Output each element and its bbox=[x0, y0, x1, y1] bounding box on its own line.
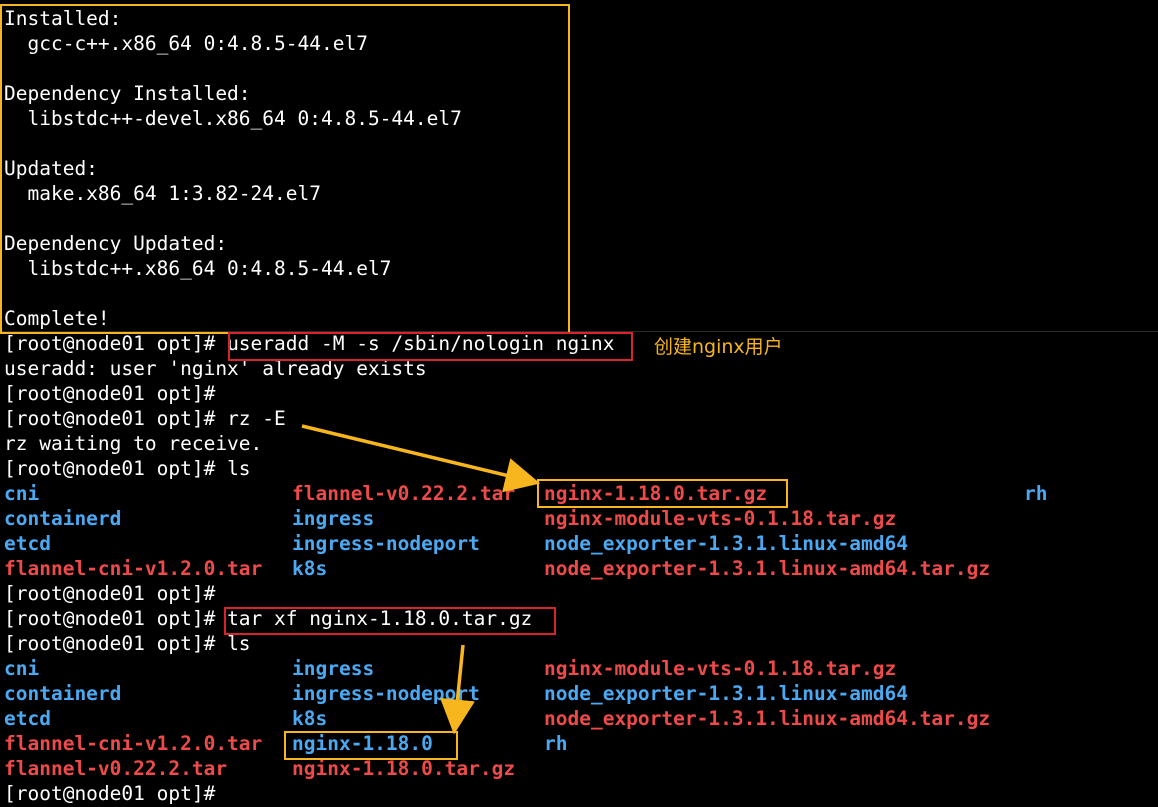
terminal-line-listing: cni flannel-v0.22.2.tar nginx-1.18.0.tar.g… bbox=[0, 481, 1158, 506]
terminal-line-prompt: [root@node01 opt]# rz -E bbox=[4, 406, 286, 431]
terminal-line-listing: etcd ingress-nodeport node_exporter-1.3.1.… bbox=[0, 531, 1158, 556]
ls-entry: rh bbox=[1024, 482, 1048, 505]
terminal-line-prompt: [root@node01 opt]# bbox=[4, 381, 227, 406]
terminal-line-output: Dependency Updated: bbox=[4, 231, 227, 256]
output-text: useradd: user 'nginx' already exists bbox=[4, 357, 427, 380]
create-user-annotation: 创建nginx用户 bbox=[654, 336, 783, 358]
terminal-line-output: libstdc++-devel.x86_64 0:4.8.5-44.el7 bbox=[4, 106, 462, 131]
ls-entry: cni bbox=[4, 482, 40, 505]
terminal-line-listing: etcd k8s node_exporter-1.3.1.linux-amd64.t… bbox=[0, 706, 1158, 731]
shell-prompt: [root@node01 opt]# bbox=[4, 607, 228, 630]
terminal-line-output: Dependency Installed: bbox=[4, 81, 251, 106]
ls-entry: etcd bbox=[4, 532, 51, 555]
terminal-line-prompt: [root@node01 opt]# bbox=[4, 781, 227, 806]
ls-entry: ingress-nodeport bbox=[292, 682, 480, 705]
ls-entry: k8s bbox=[292, 707, 328, 730]
shell-prompt: [root@node01 opt]# bbox=[4, 332, 228, 355]
ls-entry: rh bbox=[544, 732, 568, 755]
ls-entry: ingress-nodeport bbox=[292, 532, 480, 555]
terminal-line-listing: containerd ingress-nodeport node_exporter-… bbox=[0, 681, 1158, 706]
ls-entry: flannel-cni-v1.2.0.tar bbox=[4, 557, 263, 580]
shell-prompt: [root@node01 opt]# bbox=[4, 782, 228, 805]
output-text: libstdc++.x86_64 0:4.8.5-44.el7 bbox=[4, 257, 392, 280]
shell-prompt: [root@node01 opt]# bbox=[4, 382, 228, 405]
typed-command: tar xf nginx-1.18.0.tar.gz bbox=[227, 607, 533, 630]
ls-entry: nginx-module-vts-0.1.18.tar.gz bbox=[544, 507, 897, 530]
ls-entry: flannel-v0.22.2.tar bbox=[292, 482, 516, 505]
ls-entry: cni bbox=[4, 657, 40, 680]
terminal-line-prompt: [root@node01 opt]# ls bbox=[4, 456, 251, 481]
ls-entry: node_exporter-1.3.1.linux-amd64.tar.gz bbox=[544, 557, 991, 580]
output-text: rz waiting to receive. bbox=[4, 432, 263, 455]
terminal-line-prompt: [root@node01 opt]# ls bbox=[4, 631, 251, 656]
output-text: libstdc++-devel.x86_64 0:4.8.5-44.el7 bbox=[4, 107, 462, 130]
ls-entry: flannel-v0.22.2.tar bbox=[4, 757, 228, 780]
terminal-line-listing: flannel-v0.22.2.tar nginx-1.18.0.tar.gz bbox=[0, 756, 1158, 781]
terminal-line-listing: flannel-cni-v1.2.0.tar k8s node_exporter-1… bbox=[0, 556, 1158, 581]
terminal-line-output: libstdc++.x86_64 0:4.8.5-44.el7 bbox=[4, 256, 391, 281]
ls-entry: flannel-cni-v1.2.0.tar bbox=[4, 732, 263, 755]
terminal-line-listing: containerd ingress nginx-module-vts-0.1.18… bbox=[0, 506, 1158, 531]
output-text: Dependency Installed: bbox=[4, 82, 251, 105]
ls-entry: etcd bbox=[4, 707, 51, 730]
ls-entry: nginx-1.18.0 bbox=[292, 732, 433, 755]
ls-entry: ingress bbox=[292, 657, 375, 680]
terminal-line-output: Installed: bbox=[4, 6, 121, 31]
shell-prompt: [root@node01 opt]# bbox=[4, 407, 228, 430]
ls-entry: nginx-1.18.0.tar.gz bbox=[292, 757, 516, 780]
output-text: make.x86_64 1:3.82-24.el7 bbox=[4, 182, 321, 205]
typed-command: useradd -M -s /sbin/nologin nginx bbox=[227, 332, 615, 355]
rz-to-tarball-arrow bbox=[301, 424, 541, 493]
output-text: Updated: bbox=[4, 157, 98, 180]
terminal-line-prompt: [root@node01 opt]# useradd -M -s /sbin/n… bbox=[4, 331, 614, 356]
terminal-line-output: Updated: bbox=[4, 156, 98, 181]
ls-entry: nginx-module-vts-0.1.18.tar.gz bbox=[544, 657, 897, 680]
terminal-line-output: rz waiting to receive. bbox=[4, 431, 262, 456]
terminal-line-output: make.x86_64 1:3.82-24.el7 bbox=[4, 181, 321, 206]
ls-entry: containerd bbox=[4, 682, 122, 705]
typed-command: rz -E bbox=[227, 407, 286, 430]
output-text: Installed: bbox=[4, 7, 122, 30]
terminal-line-prompt: [root@node01 opt]# tar xf nginx-1.18.0.t… bbox=[4, 606, 532, 631]
output-text: Complete! bbox=[4, 307, 110, 330]
shell-prompt: [root@node01 opt]# bbox=[4, 632, 228, 655]
terminal-window[interactable]: Installed: gcc-c++.x86_64 0:4.8.5-44.el7… bbox=[0, 0, 1158, 807]
terminal-line-output: gcc-c++.x86_64 0:4.8.5-44.el7 bbox=[4, 31, 368, 56]
typed-command: ls bbox=[227, 632, 251, 655]
ls-entry: ingress bbox=[292, 507, 375, 530]
terminal-line-prompt: [root@node01 opt]# bbox=[4, 581, 227, 606]
shell-prompt: [root@node01 opt]# bbox=[4, 457, 228, 480]
ls-entry: k8s bbox=[292, 557, 328, 580]
typed-command: ls bbox=[227, 457, 251, 480]
terminal-line-listing: cni ingress nginx-module-vts-0.1.18.tar.gz bbox=[0, 656, 1158, 681]
output-text: gcc-c++.x86_64 0:4.8.5-44.el7 bbox=[4, 32, 368, 55]
terminal-line-output: Complete! bbox=[4, 306, 110, 331]
terminal-line-listing: flannel-cni-v1.2.0.tar nginx-1.18.0 rh bbox=[0, 731, 1158, 756]
ls-entry: containerd bbox=[4, 507, 122, 530]
ls-entry: nginx-1.18.0.tar.gz bbox=[544, 482, 768, 505]
ls-entry: node_exporter-1.3.1.linux-amd64 bbox=[544, 682, 908, 705]
ls-entry: node_exporter-1.3.1.linux-amd64.tar.gz bbox=[544, 707, 991, 730]
output-text: Dependency Updated: bbox=[4, 232, 228, 255]
ls-entry: node_exporter-1.3.1.linux-amd64 bbox=[544, 532, 908, 555]
shell-prompt: [root@node01 opt]# bbox=[4, 582, 228, 605]
terminal-line-output: useradd: user 'nginx' already exists bbox=[4, 356, 427, 381]
